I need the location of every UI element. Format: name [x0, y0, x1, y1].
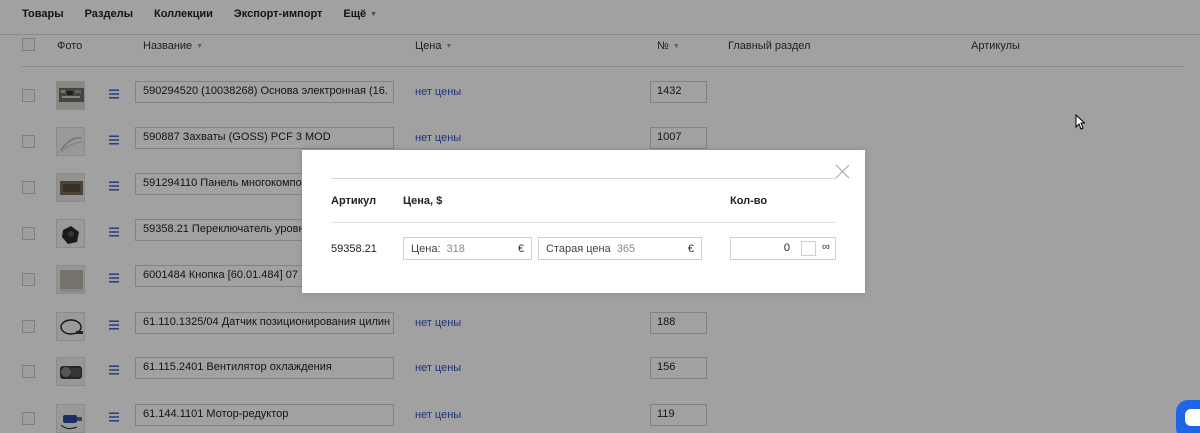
- modal-sku-value: 59358.21: [331, 243, 377, 255]
- modal-header-divider: [331, 222, 836, 223]
- old-price-input[interactable]: Старая цена 365 €: [538, 237, 702, 260]
- modal-header-qty: Кол-во: [730, 195, 768, 207]
- mouse-cursor-icon: [1075, 114, 1085, 130]
- old-price-input-value: 365: [616, 242, 636, 255]
- chat-icon: [1185, 409, 1200, 426]
- close-icon[interactable]: [835, 164, 850, 179]
- modal-header-price: Цена, $: [403, 195, 443, 207]
- old-price-input-label: Старая цена: [546, 242, 611, 255]
- quantity-field: 0 ∞: [730, 237, 836, 260]
- price-edit-modal: Артикул Цена, $ Кол-во 59358.21 Цена: 31…: [302, 150, 865, 293]
- price-input-value: 318: [446, 242, 465, 255]
- modal-divider: [331, 178, 836, 179]
- modal-header-sku: Артикул: [331, 195, 377, 207]
- currency-symbol: €: [687, 242, 694, 255]
- unlimited-checkbox[interactable]: [801, 241, 816, 256]
- price-input[interactable]: Цена: 318 €: [403, 237, 532, 260]
- quantity-input[interactable]: 0: [731, 238, 796, 259]
- currency-symbol: €: [517, 242, 524, 255]
- price-input-label: Цена:: [411, 242, 441, 255]
- infinity-icon: ∞: [822, 241, 830, 253]
- chat-widget-button[interactable]: [1176, 400, 1200, 433]
